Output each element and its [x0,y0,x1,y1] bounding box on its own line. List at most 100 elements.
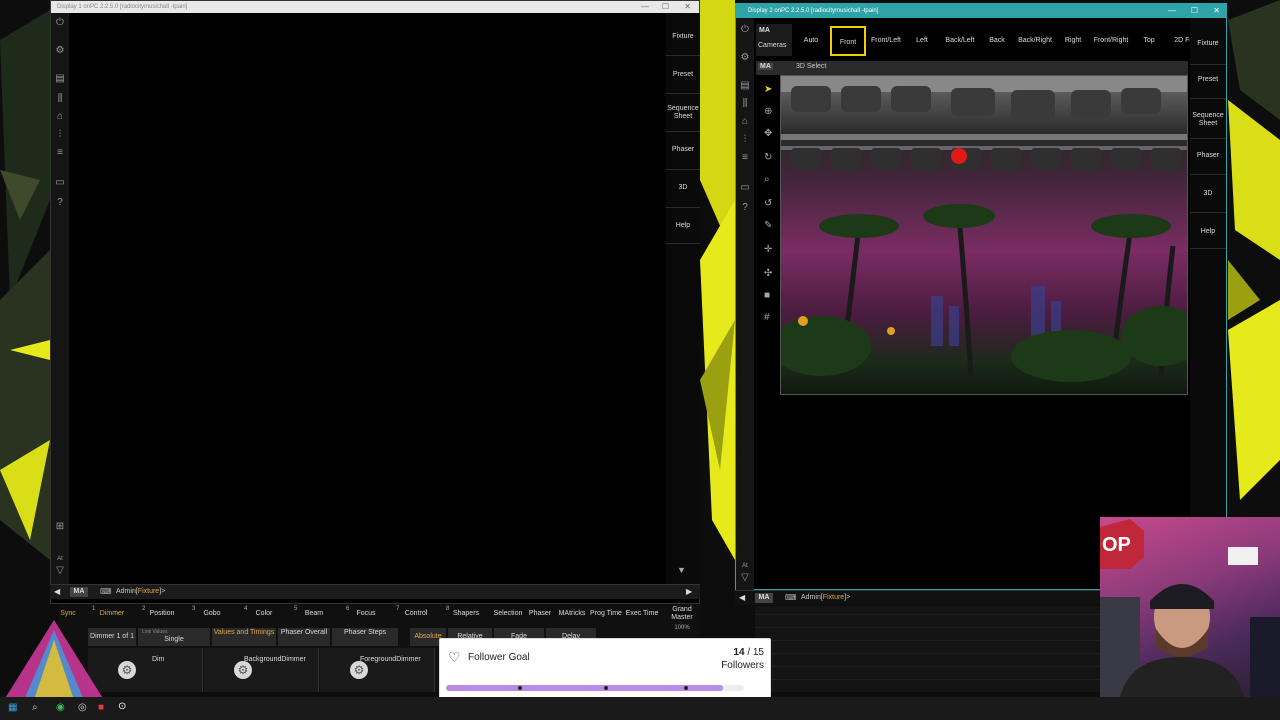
encoder-knob-icon[interactable]: ⚙ [118,661,136,679]
lock-icon[interactable]: ⌂ [54,111,66,123]
tab-shapers[interactable]: 8 Shapers [444,604,488,624]
encoder-foreground-dimmer[interactable]: ⚙ ForegroundDimmer [320,648,435,692]
pan-icon[interactable]: ✛ [764,244,772,255]
list-icon[interactable]: ≡ [54,147,66,159]
side-menu-3d[interactable]: 3D [1190,190,1226,198]
filter-icon[interactable]: ▽ [739,572,751,584]
camera-left[interactable]: Left [906,26,938,56]
side-menu-preset[interactable]: Preset [1190,76,1226,84]
close-icon[interactable]: ✕ [1213,4,1220,18]
encoder-icon[interactable]: ⊞ [54,521,66,533]
prev-arrow-icon[interactable]: ◀ [739,591,745,605]
power-icon[interactable]: ⏻ [54,17,66,29]
camera-back-right[interactable]: Back/Right [1014,26,1056,56]
help-icon[interactable]: ? [739,202,751,214]
tab-matricks[interactable]: MAtricks [556,604,588,624]
encoder-dim[interactable]: ⚙ Dim [88,648,203,692]
left-toolbar: ⏻ ⚙ ▤ ⫼ ⌂ ⫶ ≡ ▭ ? ⊞ At ▽ [51,13,69,591]
app-icon[interactable]: ■ [98,702,104,713]
keyboard-icon[interactable]: ⌨ [785,591,797,605]
values-timings-button[interactable]: Values and Timings [212,628,276,646]
power-icon[interactable]: ⏻ [739,24,751,36]
camera-front[interactable]: Front [830,26,866,56]
rotate-icon[interactable]: ↻ [764,152,772,163]
zoom-icon[interactable]: ⌕ [764,174,770,185]
tab-exec-time[interactable]: Exec Time [624,604,660,624]
layout-icon[interactable]: ▤ [54,73,66,85]
sliders-icon[interactable]: ⫶ [739,134,751,146]
app-icon[interactable]: ◎ [78,702,87,713]
scroll-down-icon[interactable]: ▼ [677,565,686,575]
link-values-button[interactable]: Link Values Single [138,628,210,646]
camera-front-left[interactable]: Front/Left [868,26,904,56]
crosshair-icon[interactable]: ⊕ [764,106,772,117]
window-title-bar[interactable]: Display 1 onPC 2.2.5.0 [radiocitymusicha… [51,1,699,13]
command-line-1[interactable]: ◀ MA ⌨ Admin[Fixture]> ▶ [50,584,700,599]
tab-position[interactable]: 2 Position [140,604,184,624]
tab-grand-master[interactable]: Grand Master 100% [666,604,698,631]
help-icon[interactable]: ? [54,197,66,209]
side-menu-sequence-sheet[interactable]: Sequence Sheet [666,105,700,121]
faders-icon[interactable]: ⫼ [54,93,66,105]
tab-control[interactable]: 7 Control [394,604,438,624]
tab-color[interactable]: 4 Color [242,604,286,624]
list-icon[interactable]: ≡ [739,152,751,164]
side-menu-help[interactable]: Help [1190,228,1226,236]
tab-gobo[interactable]: 3 Gobo [190,604,234,624]
maximize-icon[interactable]: ☐ [662,1,669,13]
side-menu-help[interactable]: Help [666,222,700,230]
move-icon[interactable]: ✥ [764,128,772,139]
side-menu-3d[interactable]: 3D [666,184,700,192]
side-menu-fixture[interactable]: Fixture [666,33,700,41]
tab-phaser[interactable]: Phaser [526,604,554,624]
monitor-icon[interactable]: ▭ [54,177,66,189]
side-menu-sequence-sheet[interactable]: Sequence Sheet [1190,112,1226,128]
auto-icon[interactable]: At [54,553,66,565]
encoder-knob-icon[interactable]: ⚙ [234,661,252,679]
camera-front-right[interactable]: Front/Right [1090,26,1132,56]
tab-prog-time[interactable]: Prog Time [590,604,622,624]
close-icon[interactable]: ✕ [684,1,691,13]
move-cross-icon[interactable]: ✣ [764,268,772,279]
select-arrow-icon[interactable]: ➤ [764,84,772,95]
start-icon[interactable]: ▦ [8,702,17,713]
camera-back[interactable]: Back [982,26,1012,56]
ma-logo: MA [758,63,773,70]
phaser-steps-button[interactable]: Phaser Steps [332,628,398,646]
sliders-icon[interactable]: ⫶ [54,129,66,141]
gear-icon[interactable]: ⚙ [54,45,66,57]
app-icon[interactable]: ⊙ [118,701,126,712]
minimize-icon[interactable]: — [641,1,649,13]
orbit-icon[interactable]: ↺ [764,198,772,209]
grid-icon[interactable]: # [764,312,770,323]
tab-beam[interactable]: 5 Beam [292,604,336,624]
encoder-background-dimmer[interactable]: ⚙ BackgroundDimmer [204,648,319,692]
camera-auto[interactable]: Auto [794,26,828,56]
3d-viewport[interactable] [780,75,1188,395]
lock-icon[interactable]: ⌂ [739,116,751,128]
side-menu-preset[interactable]: Preset [666,71,700,79]
encoder-knob-icon[interactable]: ⚙ [350,661,368,679]
gear-icon[interactable]: ⚙ [739,52,751,64]
side-menu-phaser[interactable]: Phaser [666,146,700,154]
phaser-overall-button[interactable]: Phaser Overall [278,628,330,646]
camera-icon[interactable]: ■ [764,290,770,301]
camera-right[interactable]: Right [1058,26,1088,56]
monitor-icon[interactable]: ▭ [739,182,751,194]
prev-arrow-icon[interactable]: ◀ [54,585,60,599]
next-arrow-icon[interactable]: ▶ [686,585,692,599]
browser-icon[interactable]: ◉ [56,702,65,713]
search-icon[interactable]: ⌕ [32,702,38,713]
camera-back-left[interactable]: Back/Left [940,26,980,56]
keyboard-icon[interactable]: ⌨ [100,585,112,599]
camera-top[interactable]: Top [1134,26,1164,56]
layout-icon[interactable]: ▤ [739,80,751,92]
tab-selection[interactable]: Selection [492,604,524,624]
side-menu-phaser[interactable]: Phaser [1190,152,1226,160]
tab-focus[interactable]: 6 Focus [344,604,388,624]
pen-icon[interactable]: ✎ [764,220,772,231]
faders-icon[interactable]: ⫼ [739,98,751,110]
auto-icon[interactable]: At [739,560,751,572]
filter-icon[interactable]: ▽ [54,565,66,577]
side-menu-fixture[interactable]: Fixture [1190,40,1226,48]
